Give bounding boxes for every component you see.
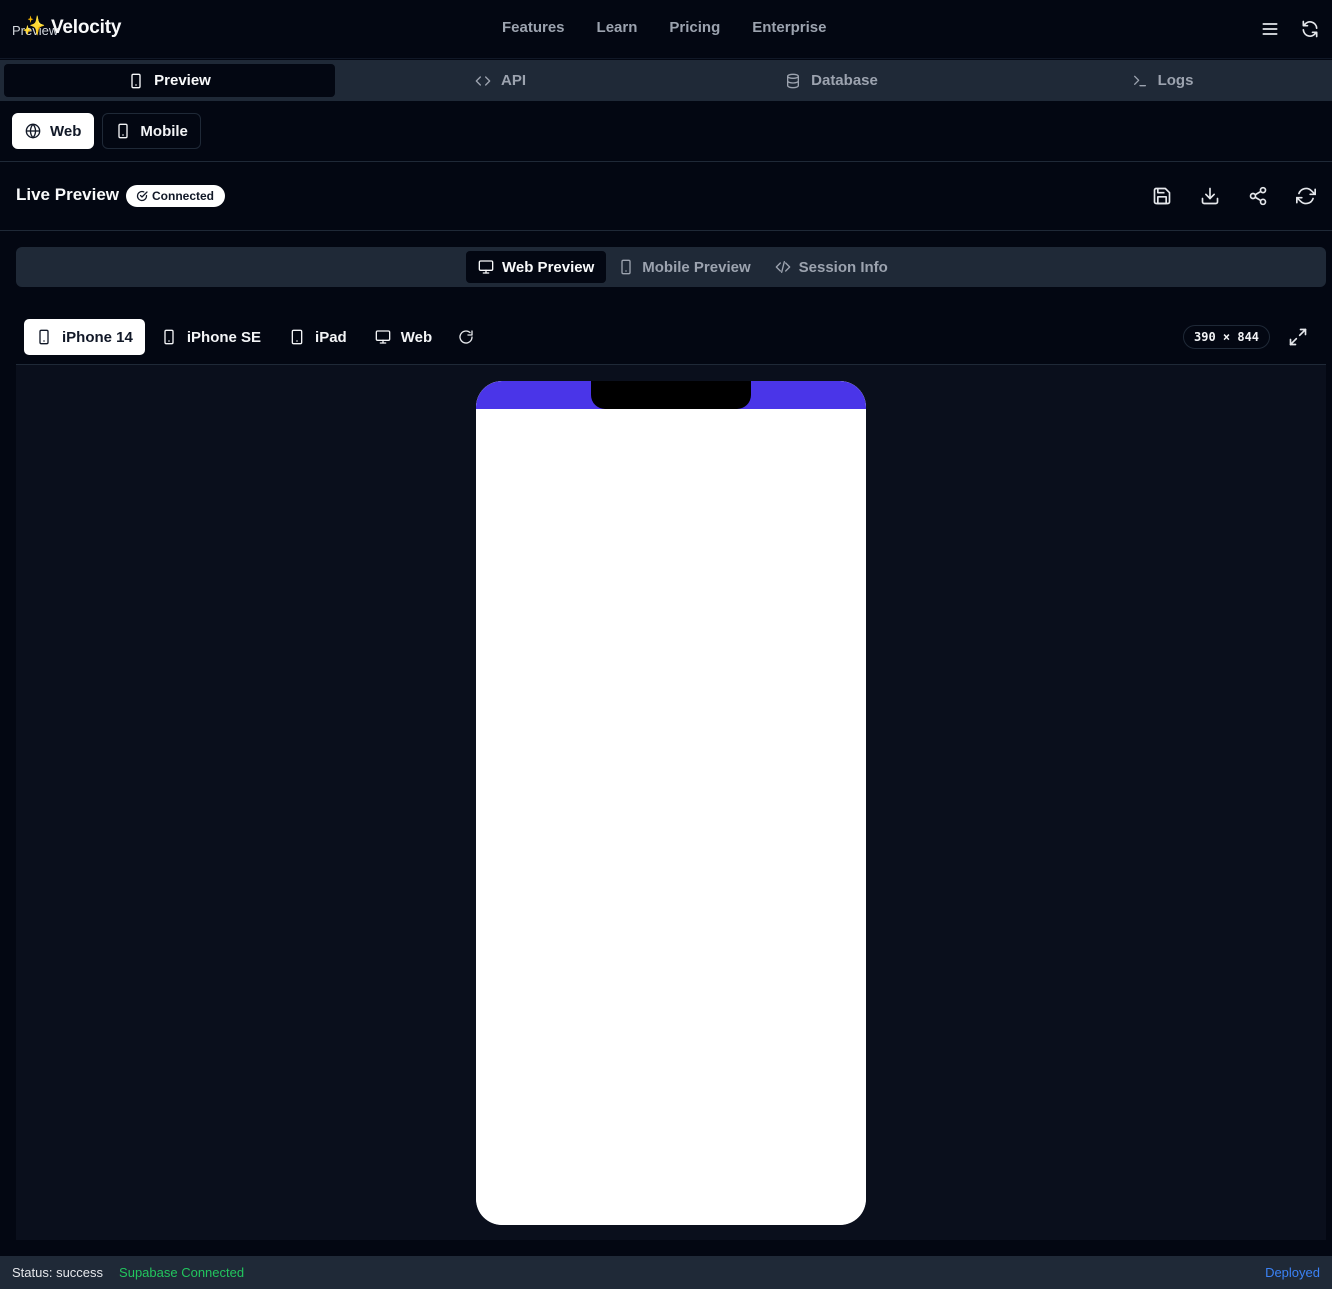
rotate-icon[interactable]: [448, 319, 484, 355]
smartphone-icon: [36, 329, 52, 345]
platform-toggle: Web Mobile: [12, 113, 201, 149]
download-icon[interactable]: [1200, 186, 1220, 206]
device-ipad-button[interactable]: iPad: [277, 319, 359, 355]
platform-web-button[interactable]: Web: [12, 113, 95, 149]
nav-link-learn[interactable]: Learn: [597, 19, 638, 36]
platform-mobile-button[interactable]: Mobile: [102, 113, 201, 149]
tab-logs[interactable]: Logs: [997, 64, 1328, 97]
smartphone-icon: [115, 123, 131, 139]
nav-link-enterprise[interactable]: Enterprise: [752, 19, 826, 36]
expand-icon[interactable]: [1288, 327, 1308, 347]
monitor-icon: [478, 259, 494, 275]
globe-icon: [25, 123, 41, 139]
phone-screen[interactable]: [476, 381, 866, 1225]
tab-api-label: API: [500, 72, 526, 89]
tab-database-label: Database: [811, 72, 878, 89]
status-text: Status: success: [12, 1265, 104, 1280]
divider: [0, 161, 1332, 162]
top-navbar: Preview ✨ Velocity Features Learn Pricin…: [0, 0, 1332, 59]
sync-icon[interactable]: [1300, 19, 1320, 39]
page-title: Live Preview: [16, 185, 120, 204]
main-tabs: Preview API Database Logs: [0, 60, 1332, 101]
status-badge: Connected: [126, 185, 226, 207]
tab-web-preview-label: Web Preview: [502, 258, 595, 276]
code-icon: [775, 259, 791, 275]
device-iphone-se-button[interactable]: iPhone SE: [149, 319, 273, 355]
device-selector: iPhone 14 iPhone SE iPad Web: [24, 319, 484, 355]
tab-database[interactable]: Database: [666, 64, 997, 97]
platform-web-label: Web: [50, 122, 82, 140]
preview-canvas: [16, 364, 1326, 1240]
device-ipad-label: iPad: [315, 328, 347, 346]
tab-session-info-label: Session Info: [798, 258, 888, 276]
status-badge-label: Connected: [152, 189, 215, 203]
save-icon[interactable]: [1152, 186, 1172, 206]
status-bar: Status: success Supabase Connected Deplo…: [0, 1256, 1332, 1289]
nav-link-pricing[interactable]: Pricing: [669, 19, 720, 36]
tab-web-preview[interactable]: Web Preview: [466, 251, 607, 283]
refresh-icon[interactable]: [1296, 186, 1316, 206]
preview-mode-tabs: Web Preview Mobile Preview Session Info: [466, 251, 900, 283]
device-iphone-14-label: iPhone 14: [62, 328, 133, 346]
viewport-dimensions: 390 × 844: [1183, 325, 1271, 349]
code-icon: [475, 73, 491, 89]
brand-name: Velocity: [51, 17, 122, 38]
platform-mobile-label: Mobile: [140, 122, 188, 140]
smartphone-icon: [161, 329, 177, 345]
tab-session-info[interactable]: Session Info: [763, 251, 900, 283]
phone-notch: [591, 381, 751, 409]
monitor-icon: [375, 329, 391, 345]
database-icon: [785, 73, 801, 89]
divider: [0, 230, 1332, 231]
sparkle-icon: ✨: [22, 16, 46, 37]
share-icon[interactable]: [1248, 186, 1268, 206]
terminal-icon: [1132, 73, 1148, 89]
device-iphone-se-label: iPhone SE: [186, 328, 262, 346]
tab-preview-label: Preview: [154, 72, 211, 89]
tab-logs-label: Logs: [1157, 72, 1194, 89]
nav-links: Features Learn Pricing Enterprise: [502, 19, 826, 36]
device-web-label: Web: [400, 328, 433, 346]
tab-mobile-preview[interactable]: Mobile Preview: [606, 251, 762, 283]
tab-preview[interactable]: Preview: [4, 64, 335, 97]
smartphone-icon: [618, 259, 634, 275]
brand-logo[interactable]: Preview ✨ Velocity: [12, 14, 132, 44]
device-iphone-14-button[interactable]: iPhone 14: [24, 319, 145, 355]
device-web-button[interactable]: Web: [363, 319, 444, 355]
smartphone-icon: [128, 73, 144, 89]
deploy-status[interactable]: Deployed: [1265, 1265, 1320, 1280]
menu-icon[interactable]: [1260, 19, 1280, 39]
database-status: Supabase Connected: [119, 1265, 245, 1280]
tablet-icon: [289, 329, 305, 345]
check-circle-icon: [136, 190, 148, 202]
phone-frame: [476, 381, 866, 1225]
tab-api[interactable]: API: [335, 64, 666, 97]
preview-mode-bar: Web Preview Mobile Preview Session Info: [16, 247, 1326, 287]
nav-link-features[interactable]: Features: [502, 19, 565, 36]
tab-mobile-preview-label: Mobile Preview: [642, 258, 751, 276]
